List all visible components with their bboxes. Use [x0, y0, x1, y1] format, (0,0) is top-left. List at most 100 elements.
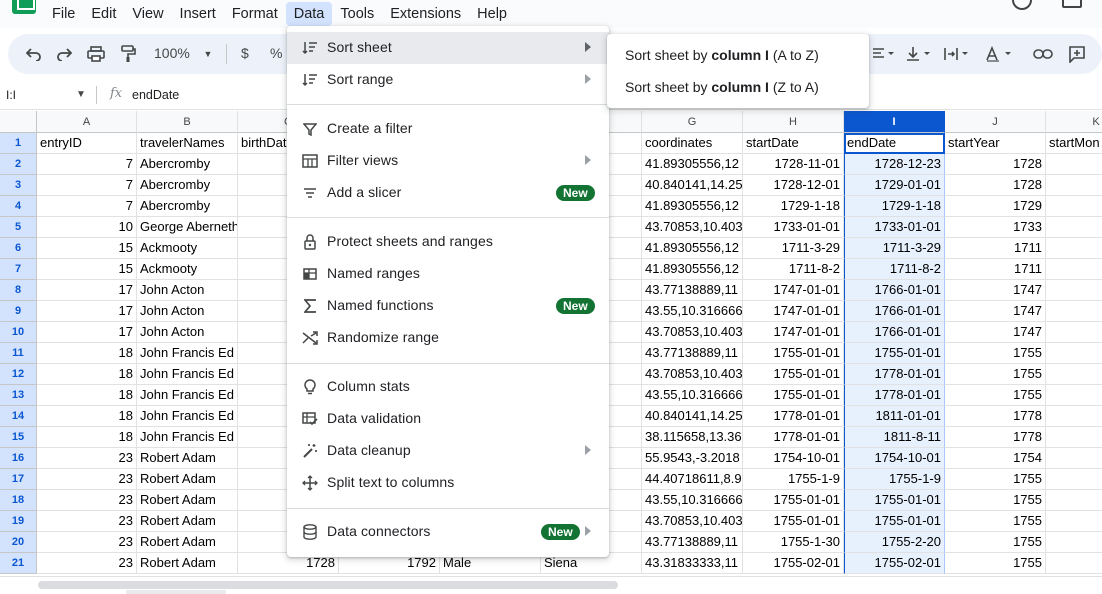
vertical-align-icon[interactable]: [904, 44, 934, 64]
menu-item-column-stats[interactable]: Column stats: [287, 371, 609, 403]
menu-help[interactable]: Help: [469, 2, 515, 26]
table-cell[interactable]: 1728: [945, 175, 1046, 196]
row-header[interactable]: 16: [0, 448, 37, 469]
header-cell[interactable]: entryID: [37, 133, 137, 154]
table-cell[interactable]: [1046, 511, 1102, 532]
table-cell[interactable]: 1747-01-01: [743, 301, 844, 322]
row-header[interactable]: 4: [0, 196, 37, 217]
comments-icon[interactable]: [1062, 0, 1082, 8]
table-cell[interactable]: 40.840141,14.25: [642, 175, 743, 196]
row-header[interactable]: 10: [0, 322, 37, 343]
table-cell[interactable]: 15: [37, 238, 137, 259]
table-cell[interactable]: John Francis Ed: [137, 385, 238, 406]
column-header-g[interactable]: G: [642, 111, 743, 133]
menu-item-split-text[interactable]: Split text to columns: [287, 467, 609, 499]
table-cell[interactable]: 1747: [945, 280, 1046, 301]
table-cell[interactable]: 1755-1-30: [743, 532, 844, 553]
menu-item-protect-sheets[interactable]: Protect sheets and ranges: [287, 226, 609, 258]
table-cell[interactable]: 1711: [945, 259, 1046, 280]
table-cell[interactable]: 1754-10-01: [743, 448, 844, 469]
table-cell[interactable]: [1046, 427, 1102, 448]
table-cell[interactable]: John Acton: [137, 301, 238, 322]
table-cell[interactable]: 1754-10-01: [844, 448, 945, 469]
table-cell[interactable]: 1755-2-20: [844, 532, 945, 553]
table-cell[interactable]: John Francis Ed: [137, 343, 238, 364]
table-cell[interactable]: 1778-01-01: [844, 385, 945, 406]
row-header[interactable]: 2: [0, 154, 37, 175]
row-header[interactable]: 14: [0, 406, 37, 427]
menu-edit[interactable]: Edit: [83, 2, 124, 26]
header-cell[interactable]: startMon: [1046, 133, 1102, 154]
table-cell[interactable]: 43.77138889,11: [642, 532, 743, 553]
table-cell[interactable]: Robert Adam: [137, 553, 238, 574]
column-header-a[interactable]: A: [37, 111, 137, 133]
table-cell[interactable]: [1046, 217, 1102, 238]
table-cell[interactable]: Robert Adam: [137, 448, 238, 469]
table-cell[interactable]: Abercromby: [137, 175, 238, 196]
undo-icon[interactable]: [24, 44, 44, 64]
table-cell[interactable]: 18: [37, 364, 137, 385]
table-cell[interactable]: John Acton: [137, 322, 238, 343]
table-cell[interactable]: 18: [37, 385, 137, 406]
table-cell[interactable]: 1755: [945, 343, 1046, 364]
table-cell[interactable]: 1755-01-01: [743, 490, 844, 511]
row-header[interactable]: 7: [0, 259, 37, 280]
zoom-select[interactable]: 100%: [154, 45, 190, 61]
menu-item-add-slicer[interactable]: Add a slicer New: [287, 177, 609, 209]
table-cell[interactable]: 1747-01-01: [743, 280, 844, 301]
text-rotation-icon[interactable]: [982, 44, 1016, 64]
menu-item-sort-sheet[interactable]: Sort sheet: [287, 32, 609, 64]
table-cell[interactable]: 15: [37, 259, 137, 280]
header-cell[interactable]: startYear: [945, 133, 1046, 154]
menu-tools[interactable]: Tools: [332, 2, 382, 26]
column-header-j[interactable]: J: [945, 111, 1046, 133]
table-cell[interactable]: [1046, 469, 1102, 490]
row-header[interactable]: 12: [0, 364, 37, 385]
table-cell[interactable]: 1766-01-01: [844, 280, 945, 301]
table-cell[interactable]: 1778-01-01: [844, 364, 945, 385]
table-cell[interactable]: [1046, 175, 1102, 196]
table-cell[interactable]: 1766-01-01: [844, 322, 945, 343]
table-cell[interactable]: 1755-02-01: [844, 553, 945, 574]
column-header-k[interactable]: K: [1046, 111, 1102, 133]
table-cell[interactable]: 23: [37, 553, 137, 574]
table-cell[interactable]: [1046, 343, 1102, 364]
column-header-b[interactable]: B: [137, 111, 238, 133]
table-cell[interactable]: 41.89305556,12: [642, 259, 743, 280]
table-cell[interactable]: 18: [37, 343, 137, 364]
table-cell[interactable]: 1755: [945, 469, 1046, 490]
menu-item-data-connectors[interactable]: Data connectors New: [287, 516, 609, 548]
table-cell[interactable]: John Francis Ed: [137, 406, 238, 427]
table-cell[interactable]: 1778-01-01: [743, 427, 844, 448]
table-cell[interactable]: 43.31833333,11: [642, 553, 743, 574]
insert-link-icon[interactable]: [1032, 44, 1054, 64]
menu-item-randomize-range[interactable]: Randomize range: [287, 322, 609, 354]
table-cell[interactable]: 1778-01-01: [743, 406, 844, 427]
table-cell[interactable]: 1755: [945, 532, 1046, 553]
table-cell[interactable]: [1046, 385, 1102, 406]
row-header[interactable]: 5: [0, 217, 37, 238]
horizontal-align-icon[interactable]: [870, 44, 896, 64]
table-cell[interactable]: 1755: [945, 385, 1046, 406]
table-cell[interactable]: 1729: [945, 196, 1046, 217]
menu-item-data-cleanup[interactable]: Data cleanup: [287, 435, 609, 467]
table-cell[interactable]: 23: [37, 532, 137, 553]
table-cell[interactable]: 1778: [945, 427, 1046, 448]
table-cell[interactable]: [1046, 553, 1102, 574]
sheets-logo-icon[interactable]: [12, 0, 36, 14]
table-cell[interactable]: 43.55,10.316666: [642, 385, 743, 406]
table-cell[interactable]: 55.9543,-3.2018: [642, 448, 743, 469]
table-cell[interactable]: [1046, 259, 1102, 280]
row-header[interactable]: 18: [0, 490, 37, 511]
table-cell[interactable]: [1046, 280, 1102, 301]
row-header[interactable]: 15: [0, 427, 37, 448]
table-cell[interactable]: Robert Adam: [137, 469, 238, 490]
table-cell[interactable]: 1766-01-01: [844, 301, 945, 322]
menu-item-named-ranges[interactable]: Named ranges: [287, 258, 609, 290]
zoom-dropdown-icon[interactable]: ▼: [202, 44, 214, 64]
table-cell[interactable]: 17: [37, 280, 137, 301]
table-cell[interactable]: [1046, 364, 1102, 385]
table-cell[interactable]: Robert Adam: [137, 511, 238, 532]
menu-view[interactable]: View: [124, 2, 171, 26]
menu-item-filter-views[interactable]: Filter views: [287, 145, 609, 177]
